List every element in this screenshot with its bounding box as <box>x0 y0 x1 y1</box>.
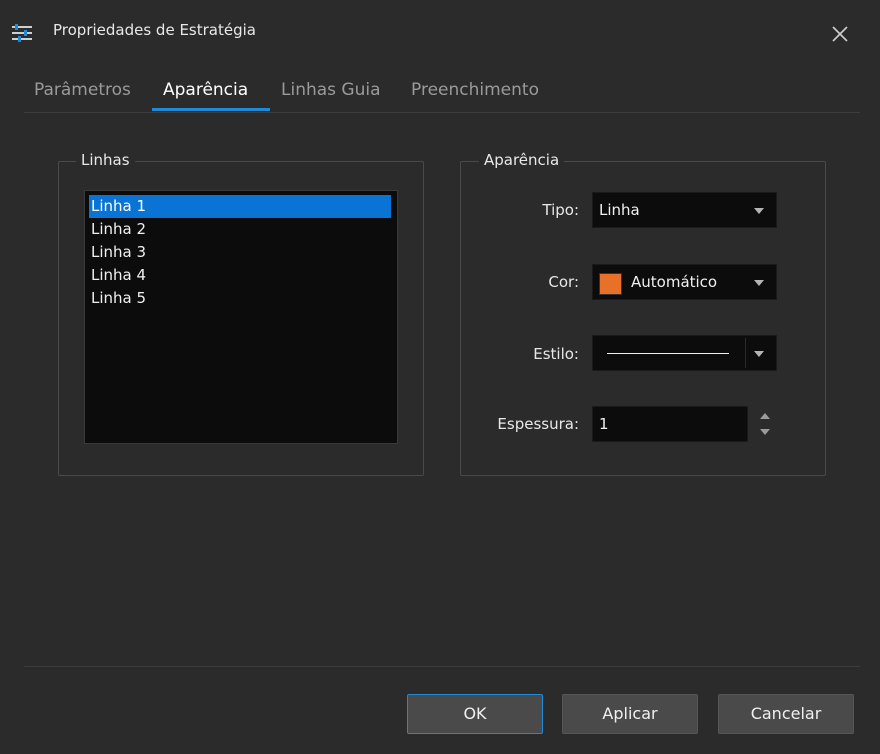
tab-linhas-guia[interactable]: Linhas Guia <box>281 80 381 100</box>
estilo-label: Estilo: <box>533 345 579 363</box>
tab-divider <box>24 112 860 113</box>
espessura-label: Espessura: <box>497 415 579 433</box>
window-title: Propriedades de Estratégia <box>53 21 256 39</box>
list-item-linha-5[interactable]: Linha 5 <box>89 287 391 310</box>
sliders-icon <box>12 24 32 42</box>
ok-button[interactable]: OK <box>407 694 543 734</box>
cancel-button[interactable]: Cancelar <box>718 694 854 734</box>
cor-select[interactable]: Automático <box>592 264 777 300</box>
chevron-down-icon <box>754 280 764 286</box>
combo-separator <box>745 338 746 368</box>
lines-listbox[interactable]: Linha 1 Linha 2 Linha 3 Linha 4 Linha 5 <box>84 190 398 444</box>
list-item-linha-4[interactable]: Linha 4 <box>89 264 391 287</box>
tab-parametros[interactable]: Parâmetros <box>34 80 131 100</box>
list-item-linha-1[interactable]: Linha 1 <box>89 195 391 218</box>
footer-divider <box>24 666 860 667</box>
tipo-value: Linha <box>599 201 640 219</box>
close-icon[interactable] <box>826 20 854 48</box>
espessura-value: 1 <box>599 415 609 433</box>
tab-preenchimento[interactable]: Preenchimento <box>411 80 539 100</box>
active-tab-indicator <box>152 108 270 111</box>
list-item-linha-2[interactable]: Linha 2 <box>89 218 391 241</box>
espessura-input[interactable]: 1 <box>592 406 748 442</box>
cor-label: Cor: <box>548 273 579 291</box>
solid-line-preview <box>607 353 729 354</box>
cor-value: Automático <box>631 273 718 291</box>
spinner-icon[interactable] <box>757 410 773 438</box>
chevron-down-icon <box>754 208 764 214</box>
tipo-label: Tipo: <box>542 201 579 219</box>
list-item-linha-3[interactable]: Linha 3 <box>89 241 391 264</box>
estilo-select[interactable] <box>592 335 777 371</box>
apply-button[interactable]: Aplicar <box>562 694 698 734</box>
appearance-group-label: Aparência <box>479 151 565 169</box>
tipo-select[interactable]: Linha <box>592 192 777 228</box>
color-swatch <box>599 273 622 295</box>
lines-group-label: Linhas <box>76 151 135 169</box>
tab-aparencia[interactable]: Aparência <box>163 80 248 100</box>
chevron-down-icon <box>754 351 764 357</box>
